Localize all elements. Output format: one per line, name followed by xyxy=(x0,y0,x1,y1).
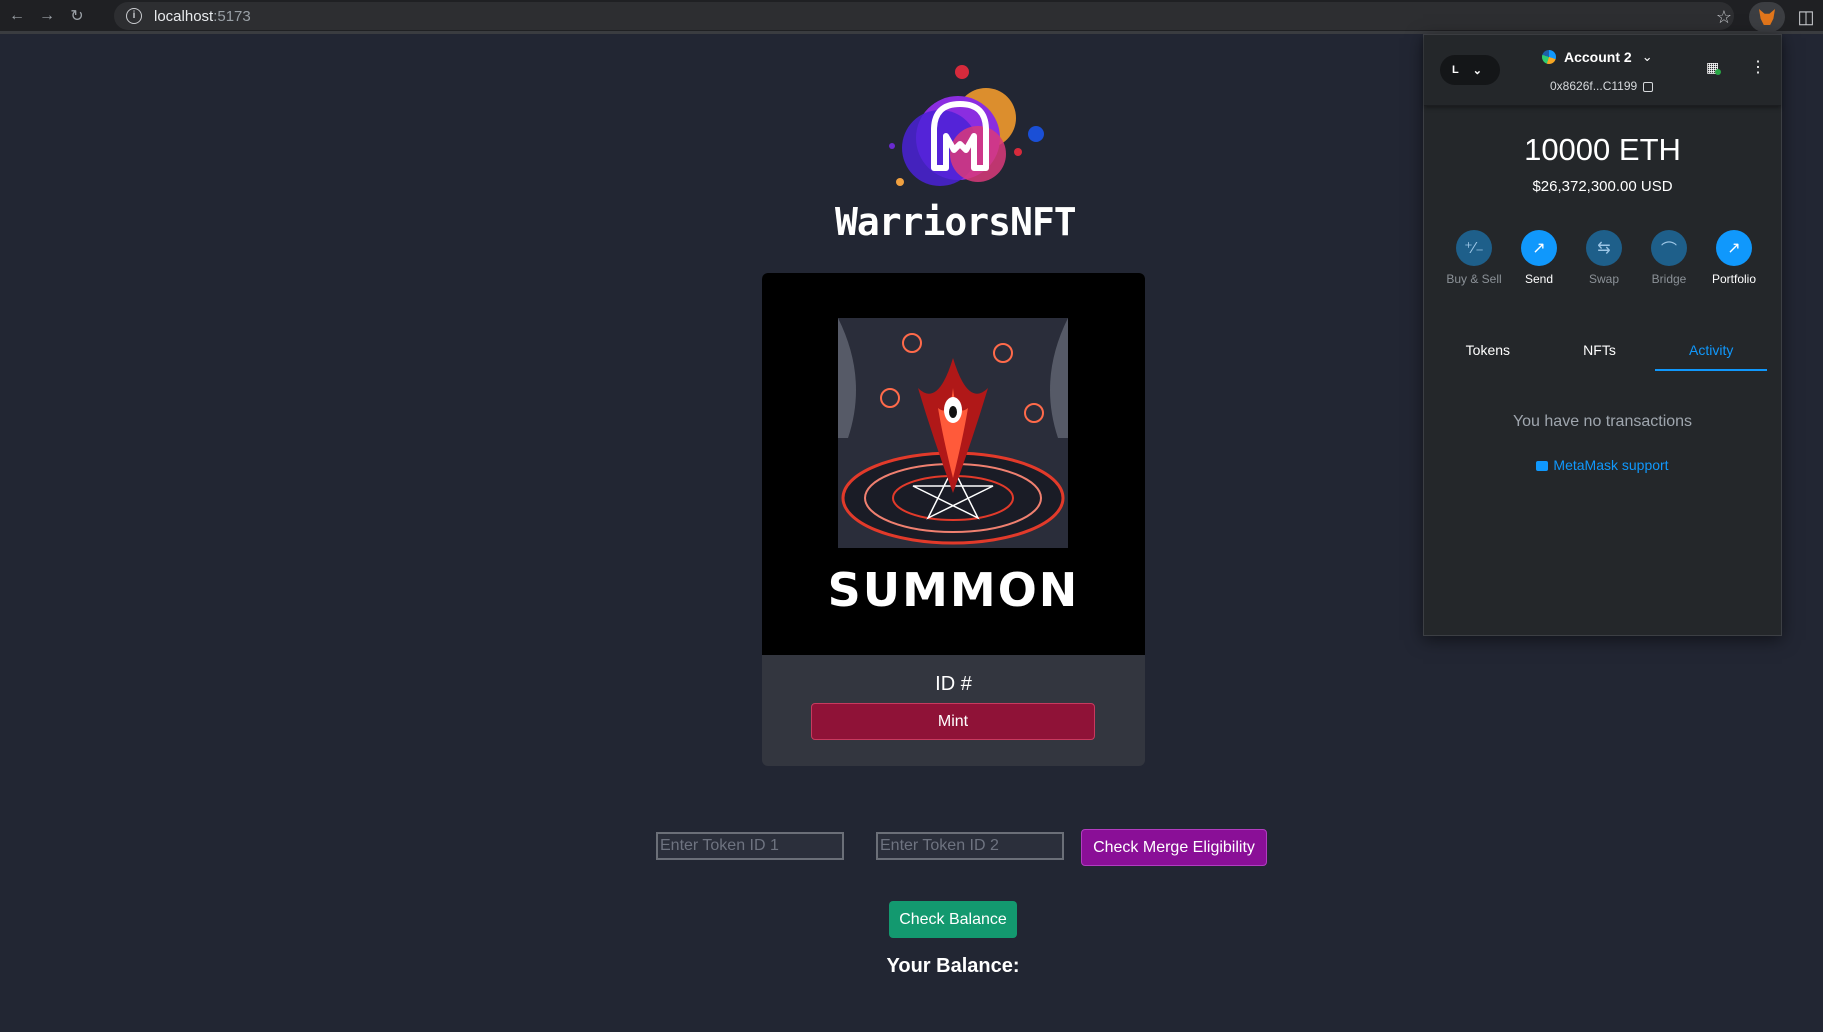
kebab-menu-icon[interactable]: ⋮ xyxy=(1750,57,1766,77)
account-avatar xyxy=(1542,50,1556,64)
url-port: :5173 xyxy=(213,7,251,25)
metamask-support-link[interactable]: MetaMask support xyxy=(1424,457,1781,473)
send-icon: ↗ xyxy=(1521,230,1557,266)
eth-balance: 10000 ETH xyxy=(1524,132,1681,167)
chevron-down-icon: ⌄ xyxy=(1472,64,1482,77)
extensions-puzzle-icon[interactable]: ◫ xyxy=(1789,7,1823,28)
swap-icon: ⇆ xyxy=(1586,230,1622,266)
summon-artwork xyxy=(838,318,1068,548)
connected-sites-icon[interactable]: ▦ xyxy=(1706,59,1721,76)
bookmark-star-icon[interactable]: ☆ xyxy=(1707,7,1741,28)
warriors-logo xyxy=(889,65,1044,186)
address-bar[interactable]: i localhost:5173 xyxy=(114,2,1734,30)
account-selector[interactable]: Account 2 ⌄ xyxy=(1542,49,1672,65)
forward-icon[interactable]: → xyxy=(32,1,62,31)
action-label: Buy & Sell xyxy=(1446,272,1502,286)
check-balance-button[interactable]: Check Balance xyxy=(889,901,1017,938)
back-icon[interactable]: ← xyxy=(2,1,32,31)
metamask-extension-icon[interactable] xyxy=(1749,2,1785,32)
reload-icon[interactable]: ↻ xyxy=(62,1,92,31)
browser-toolbar: ← → ↻ i localhost:5173 ☆ ◫ xyxy=(0,0,1823,34)
balance-label: Your Balance: xyxy=(886,955,1020,977)
buy-sell-icon: ⁺∕₋ xyxy=(1456,230,1492,266)
account-address-text: 0x8626f...C1199 xyxy=(1550,79,1638,93)
portfolio-action[interactable]: ↗ Portfolio xyxy=(1704,230,1764,286)
token-id-1-input[interactable] xyxy=(656,832,844,860)
url-host: localhost xyxy=(154,7,214,25)
wallet-tabs: Tokens NFTs Activity xyxy=(1424,327,1781,371)
tab-tokens[interactable]: Tokens xyxy=(1432,327,1544,371)
send-action[interactable]: ↗ Send xyxy=(1509,230,1569,286)
copy-icon[interactable] xyxy=(1643,81,1654,92)
metamask-popup: L ⌄ Account 2 ⌄ 0x8626f...C1199 ▦ ⋮ 1000… xyxy=(1423,34,1782,636)
account-name: Account 2 xyxy=(1564,49,1632,65)
support-link-text: MetaMask support xyxy=(1553,457,1669,473)
brand-title: WarriorsNFT xyxy=(835,200,1077,244)
tab-activity[interactable]: Activity xyxy=(1655,327,1768,371)
buy-sell-action[interactable]: ⁺∕₋ Buy & Sell xyxy=(1444,230,1504,286)
chevron-down-icon: ⌄ xyxy=(1641,49,1653,64)
action-label: Send xyxy=(1524,272,1554,286)
chat-icon xyxy=(1536,461,1549,472)
nft-id-label: ID # xyxy=(935,673,972,695)
check-merge-eligibility-button[interactable]: Check Merge Eligibility xyxy=(1081,829,1267,866)
network-selector[interactable]: L ⌄ xyxy=(1440,55,1500,85)
empty-activity-message: You have no transactions xyxy=(1512,413,1693,430)
network-initial: L xyxy=(1452,64,1459,76)
account-address[interactable]: 0x8626f...C1199 xyxy=(1550,79,1654,93)
action-label: Bridge xyxy=(1651,272,1687,286)
nft-image-caption: SUMMON xyxy=(827,563,1080,617)
swap-action[interactable]: ⇆ Swap xyxy=(1574,230,1634,286)
portfolio-icon: ↗ xyxy=(1716,230,1752,266)
site-info-icon[interactable]: i xyxy=(126,8,142,24)
wallet-actions: ⁺∕₋ Buy & Sell ↗ Send ⇆ Swap ⌒ Bridge ↗ … xyxy=(1444,230,1764,286)
usd-balance: $26,372,300.00 USD xyxy=(1532,178,1673,195)
nft-image: SUMMON xyxy=(762,273,1145,655)
nft-card: SUMMON ID # Mint xyxy=(762,273,1145,766)
mint-button[interactable]: Mint xyxy=(811,703,1095,740)
action-label: Portfolio xyxy=(1711,272,1757,286)
tab-nfts[interactable]: NFTs xyxy=(1544,327,1656,371)
metamask-header: L ⌄ Account 2 ⌄ 0x8626f...C1199 ▦ ⋮ xyxy=(1424,35,1781,106)
bridge-icon: ⌒ xyxy=(1651,230,1687,266)
action-label: Swap xyxy=(1588,272,1620,286)
token-id-2-input[interactable] xyxy=(876,832,1064,860)
bridge-action[interactable]: ⌒ Bridge xyxy=(1639,230,1699,286)
